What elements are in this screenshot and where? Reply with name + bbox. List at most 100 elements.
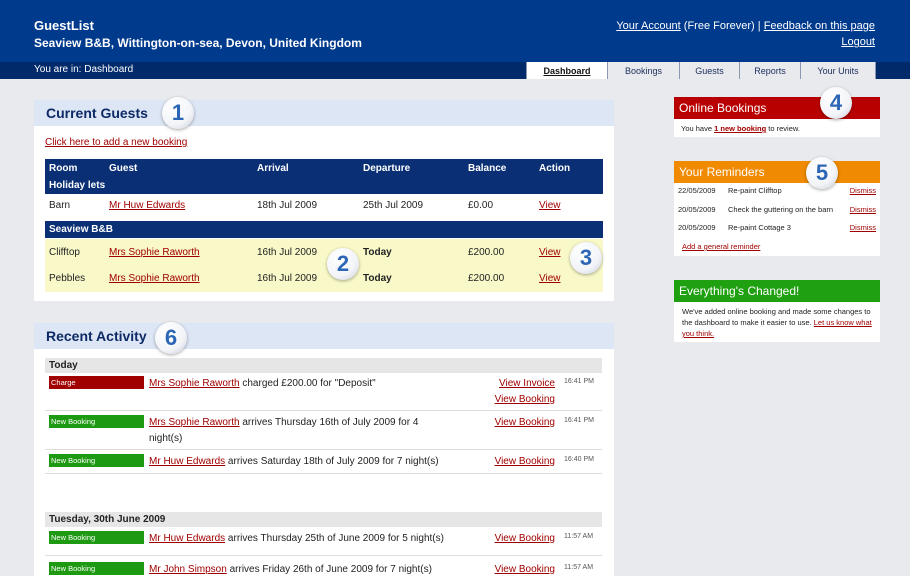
callout-badge-3: 3	[570, 242, 602, 274]
activity-item: New Booking Mr Huw Edwards arrives Satur…	[45, 454, 602, 474]
callout-badge-4: 4	[820, 87, 852, 119]
day-heading: Tuesday, 30th June 2009	[45, 512, 602, 527]
view-link[interactable]: View	[539, 273, 561, 284]
view-booking-link[interactable]: View Booking	[495, 533, 555, 544]
guest-link[interactable]: Mrs Sophie Raworth	[109, 247, 200, 258]
changes-text: We've added online booking and made some…	[682, 306, 876, 339]
current-guests-title: Current Guests	[34, 100, 614, 126]
venue-name: Seaview B&B, Wittington-on-sea, Devon, U…	[34, 36, 362, 50]
view-booking-link[interactable]: View Booking	[495, 456, 555, 467]
table-row: Barn Mr Huw Edwards 18th Jul 2009 25th J…	[45, 195, 603, 215]
reminders-title: Your Reminders	[674, 161, 880, 183]
activity-time: 11:57 AM	[564, 533, 594, 540]
view-invoice-link[interactable]: View Invoice	[499, 378, 555, 389]
activity-description: arrives Friday 26th of June 2009 for 7 n…	[229, 564, 432, 575]
new-booking-tag: New Booking	[49, 415, 144, 428]
col-arrival: Arrival	[257, 162, 289, 174]
app-name: GuestList	[34, 18, 94, 33]
tab-bookings[interactable]: Bookings	[607, 62, 679, 79]
col-departure: Departure	[363, 162, 411, 174]
activity-time: 16:41 PM	[564, 417, 594, 424]
activity-text: Mr John Simpson arrives Friday 26th of J…	[149, 562, 469, 576]
activity-links: View Booking	[465, 531, 555, 547]
recent-activity-panel: Recent Activity Today Charge Mrs Sophie …	[34, 323, 614, 576]
activity-item: Charge Mrs Sophie Raworth charged £200.0…	[45, 376, 602, 411]
logout-wrap: Logout	[841, 36, 875, 48]
balance-cell: £200.00	[468, 273, 505, 284]
guest-link[interactable]: Mrs Sophie Raworth	[149, 378, 240, 389]
logout-link[interactable]: Logout	[841, 36, 875, 48]
account-plan: (Free Forever)	[683, 20, 755, 32]
guest-link[interactable]: Mr Huw Edwards	[149, 533, 225, 544]
tab-reports[interactable]: Reports	[739, 62, 800, 79]
your-account-link[interactable]: Your Account	[616, 20, 680, 32]
table-row: Clifftop Mrs Sophie Raworth 16th Jul 200…	[45, 239, 603, 265]
callout-badge-6: 6	[155, 322, 187, 354]
balance-cell: £0.00	[468, 199, 494, 211]
balance-cell: £200.00	[468, 246, 505, 258]
reminder-date: 22/05/2009	[678, 186, 716, 195]
recent-activity-title: Recent Activity	[34, 323, 614, 349]
dismiss-link[interactable]: Dismiss	[850, 223, 876, 232]
departure-cell: Today	[363, 246, 392, 258]
callout-badge-2: 2	[327, 248, 359, 280]
col-action: Action	[539, 162, 571, 174]
view-booking-link[interactable]: View Booking	[495, 394, 555, 405]
col-room: Room	[49, 162, 78, 174]
activity-text: Mr Huw Edwards arrives Thursday 25th of …	[149, 531, 469, 547]
activity-item: New Booking Mrs Sophie Raworth arrives T…	[45, 415, 602, 450]
guest-link[interactable]: Mr Huw Edwards	[109, 200, 185, 211]
col-guest: Guest	[109, 162, 138, 174]
add-booking-link[interactable]: Click here to add a new booking	[45, 137, 187, 148]
room-cell: Clifftop	[49, 246, 80, 258]
activity-time: 11:57 AM	[564, 564, 594, 571]
new-booking-link[interactable]: 1 new booking	[714, 124, 766, 133]
reminder-text: Re-paint Clifftop	[728, 186, 782, 195]
online-bookings-prefix: You have	[681, 124, 713, 133]
guest-link[interactable]: Mr Huw Edwards	[149, 456, 225, 467]
activity-description: arrives Saturday 18th of July 2009 for 7…	[227, 456, 439, 467]
dismiss-link[interactable]: Dismiss	[850, 205, 876, 214]
view-link[interactable]: View	[539, 247, 561, 258]
online-bookings-text: You have 1 new booking to review.	[681, 124, 800, 133]
dismiss-link[interactable]: Dismiss	[850, 186, 876, 195]
activity-text: Mr Huw Edwards arrives Saturday 18th of …	[149, 454, 469, 470]
activity-links: View Booking	[465, 562, 555, 576]
group-holiday-lets: Holiday lets	[45, 177, 603, 194]
guest-link[interactable]: Mrs Sophie Raworth	[149, 417, 240, 428]
activity-description: arrives Thursday 25th of June 2009 for 5…	[227, 533, 444, 544]
charge-tag: Charge	[49, 376, 144, 389]
table-header: Room Guest Arrival Departure Balance Act…	[45, 159, 603, 177]
feedback-link[interactable]: Feedback on this page	[764, 20, 875, 32]
tab-dashboard[interactable]: Dashboard	[526, 62, 607, 79]
activity-text: Mrs Sophie Raworth charged £200.00 for "…	[149, 376, 449, 392]
new-booking-tag: New Booking	[49, 562, 144, 575]
departure-cell: Today	[363, 273, 392, 284]
guest-link[interactable]: Mr John Simpson	[149, 564, 227, 575]
group-seaview: Seaview B&B	[45, 221, 603, 238]
tab-guests[interactable]: Guests	[679, 62, 739, 79]
reminder-text: Check the guttering on the barn	[728, 205, 834, 214]
activity-links: View Booking	[465, 454, 555, 470]
arrival-cell: 18th Jul 2009	[257, 199, 318, 211]
activity-description: charged £200.00 for "Deposit"	[242, 378, 376, 389]
reminder-item: 20/05/2009 Re-paint Cottage 3 Dismiss	[678, 223, 876, 232]
view-booking-link[interactable]: View Booking	[495, 564, 555, 575]
add-reminder-link[interactable]: Add a general reminder	[682, 242, 760, 251]
view-booking-link[interactable]: View Booking	[495, 417, 555, 428]
table-row: Pebbles Mrs Sophie Raworth 16th Jul 2009…	[45, 265, 603, 292]
guest-link[interactable]: Mrs Sophie Raworth	[109, 273, 200, 284]
col-balance: Balance	[468, 162, 507, 174]
callout-badge-5: 5	[806, 157, 838, 189]
view-link[interactable]: View	[539, 200, 561, 211]
departure-cell: 25th Jul 2009	[363, 199, 424, 211]
activity-text: Mrs Sophie Raworth arrives Thursday 16th…	[149, 415, 449, 447]
link-separator: |	[757, 20, 761, 32]
activity-links: View Invoice View Booking	[465, 376, 555, 408]
location-bar: You are in: Dashboard Dashboard Bookings…	[0, 62, 910, 79]
room-cell: Barn	[49, 199, 71, 211]
online-bookings-suffix: to review.	[768, 124, 800, 133]
breadcrumb: You are in: Dashboard	[34, 64, 134, 75]
account-links: Your Account (Free Forever) | Feedback o…	[616, 20, 875, 32]
tab-your-units[interactable]: Your Units	[800, 62, 876, 79]
